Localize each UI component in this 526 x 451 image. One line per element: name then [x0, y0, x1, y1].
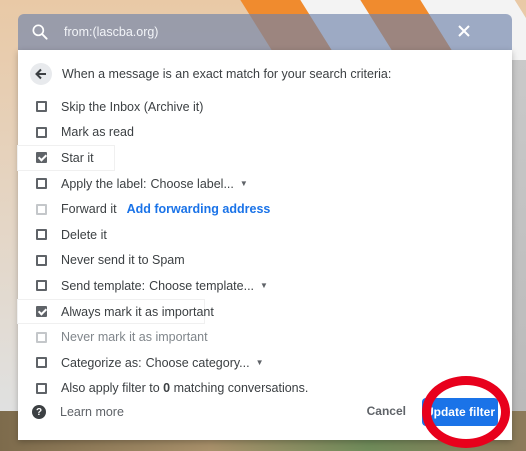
search-query[interactable]: from:(lascba.org)	[64, 25, 158, 39]
option-mark-read[interactable]: Mark as read	[18, 120, 512, 146]
option-label: Apply the label:	[61, 176, 147, 191]
option-send-template[interactable]: Send template: Choose template... ▼	[18, 273, 512, 299]
option-forward[interactable]: Forward it Add forwarding address	[18, 196, 512, 222]
option-label: Delete it	[61, 227, 107, 242]
option-label: Skip the Inbox (Archive it)	[61, 99, 204, 114]
option-apply-label[interactable]: Apply the label: Choose label... ▼	[18, 171, 512, 197]
option-never-important[interactable]: Never mark it as important	[18, 324, 512, 350]
forward-checkbox[interactable]	[36, 203, 47, 215]
arrow-left-icon	[35, 68, 46, 80]
option-delete[interactable]: Delete it	[18, 222, 512, 248]
filter-panel: When a message is an exact match for you…	[18, 50, 512, 440]
filter-options: Skip the Inbox (Archive it) Mark as read…	[18, 94, 512, 401]
label-select[interactable]: Choose label...	[150, 177, 233, 191]
caret-down-icon[interactable]: ▼	[256, 358, 264, 367]
categorize-checkbox[interactable]	[36, 357, 47, 369]
delete-checkbox[interactable]	[36, 229, 47, 241]
caret-down-icon[interactable]: ▼	[260, 281, 268, 290]
option-label: Never send it to Spam	[61, 253, 185, 268]
learn-more-link[interactable]: Learn more	[60, 405, 124, 419]
option-label: Always mark it as important	[61, 304, 214, 319]
panel-footer: ? Learn more Cancel Update filter	[18, 394, 512, 430]
option-skip-inbox[interactable]: Skip the Inbox (Archive it)	[18, 94, 512, 120]
add-forwarding-address-link[interactable]: Add forwarding address	[127, 202, 271, 216]
send-template-checkbox[interactable]	[36, 280, 47, 292]
option-always-important[interactable]: Always mark it as important	[18, 299, 512, 325]
option-label: Categorize as:	[61, 355, 142, 370]
apply-label-checkbox[interactable]	[36, 178, 47, 190]
option-label: Mark as read	[61, 125, 134, 140]
search-bar[interactable]: from:(lascba.org)	[18, 14, 512, 50]
option-never-spam[interactable]: Never send it to Spam	[18, 248, 512, 274]
always-important-checkbox[interactable]	[36, 306, 47, 318]
close-icon[interactable]	[456, 23, 472, 39]
update-filter-button[interactable]: Update filter	[422, 398, 498, 426]
star-checkbox[interactable]	[36, 152, 47, 164]
option-label: Send template:	[61, 278, 146, 293]
option-star[interactable]: Star it	[18, 145, 512, 171]
mark-read-checkbox[interactable]	[36, 126, 47, 138]
option-label: Star it	[61, 150, 94, 165]
template-select[interactable]: Choose template...	[149, 279, 254, 293]
cancel-button[interactable]: Cancel	[367, 404, 406, 418]
help-icon[interactable]: ?	[32, 405, 46, 419]
bg-edge	[510, 60, 526, 450]
never-important-checkbox[interactable]	[36, 331, 47, 343]
apply-existing-checkbox[interactable]	[36, 382, 47, 394]
back-button[interactable]	[30, 63, 52, 85]
caret-down-icon[interactable]: ▼	[240, 179, 248, 188]
option-label: Forward it	[61, 202, 117, 217]
panel-header: When a message is an exact match for you…	[30, 60, 391, 88]
never-spam-checkbox[interactable]	[36, 254, 47, 266]
criteria-heading: When a message is an exact match for you…	[62, 67, 392, 81]
category-select[interactable]: Choose category...	[146, 356, 250, 370]
option-label: Never mark it as important	[61, 330, 208, 345]
search-icon[interactable]	[30, 22, 50, 42]
option-categorize[interactable]: Categorize as: Choose category... ▼	[18, 350, 512, 376]
skip-inbox-checkbox[interactable]	[36, 101, 47, 113]
